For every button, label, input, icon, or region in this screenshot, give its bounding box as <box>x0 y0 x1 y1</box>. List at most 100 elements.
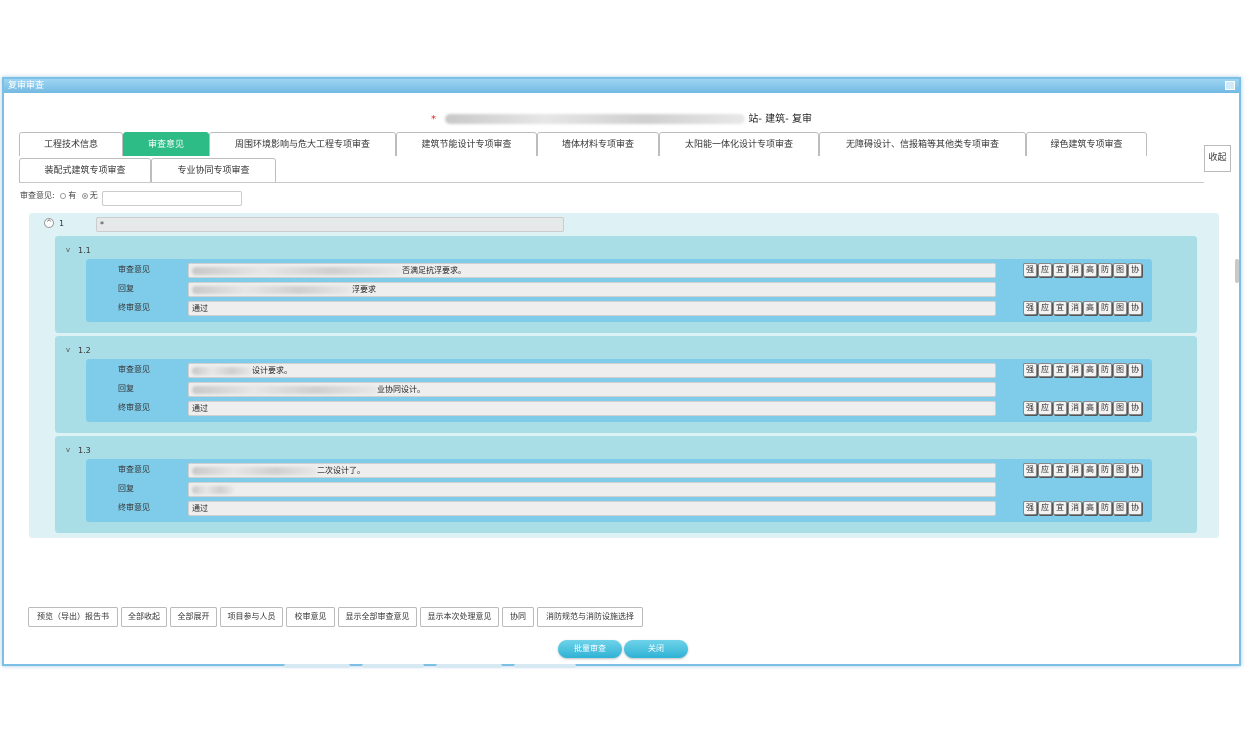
participants-button[interactable]: 项目参与人员 <box>220 607 283 627</box>
action-fang[interactable]: 防 <box>1098 463 1112 477</box>
reply-field[interactable]: 浮要求 <box>188 282 996 297</box>
action-fang[interactable]: 防 <box>1098 363 1112 377</box>
review-field[interactable]: 否满足抗浮要求。 <box>188 263 996 278</box>
action-ying[interactable]: 应 <box>1038 301 1052 315</box>
action-qiang[interactable]: 强 <box>1023 463 1037 477</box>
action-tu[interactable]: 图 <box>1113 401 1127 415</box>
action-xiao[interactable]: 消 <box>1068 263 1082 277</box>
action-gao[interactable]: 高 <box>1083 501 1097 515</box>
check-opinion-button[interactable]: 校审意见 <box>286 607 335 627</box>
expand-section-icon[interactable]: v <box>63 346 73 354</box>
final-label: 终审意见 <box>118 403 150 412</box>
action-xie[interactable]: 协 <box>1128 301 1142 315</box>
action-yi[interactable]: 宜 <box>1053 463 1067 477</box>
collapse-button[interactable]: 收起 <box>1204 145 1231 172</box>
action-qiang[interactable]: 强 <box>1023 263 1037 277</box>
section-1-1: v 1.1 审查意见 否满足抗浮要求。 强应宜消高防图协 回复 浮要求 终审意见… <box>55 236 1197 333</box>
review-field[interactable]: 二次设计了。 <box>188 463 996 478</box>
final-row: 终审意见 通过 强应宜消高防图协 <box>86 499 1152 518</box>
action-gao[interactable]: 高 <box>1083 301 1097 315</box>
required-mark: * <box>431 114 437 125</box>
expand-section-icon[interactable]: v <box>63 246 73 254</box>
action-xie[interactable]: 协 <box>1128 463 1142 477</box>
action-ying[interactable]: 应 <box>1038 363 1052 377</box>
action-qiang[interactable]: 强 <box>1023 401 1037 415</box>
scrollbar[interactable] <box>1235 259 1239 283</box>
show-current-opinions-button[interactable]: 显示本次处理意见 <box>420 607 499 627</box>
collaborate-button[interactable]: 协同 <box>502 607 534 627</box>
tab-engineering-info[interactable]: 工程技术信息 <box>19 132 123 156</box>
action-xiao[interactable]: 消 <box>1068 401 1082 415</box>
radio-no-label: 无 <box>89 191 98 200</box>
action-gao[interactable]: 高 <box>1083 401 1097 415</box>
action-fang[interactable]: 防 <box>1098 501 1112 515</box>
action-xie[interactable]: 协 <box>1128 401 1142 415</box>
action-ying[interactable]: 应 <box>1038 401 1052 415</box>
review-field[interactable]: 设计要求。 <box>188 363 996 378</box>
fire-code-button[interactable]: 消防规范与消防设施选择 <box>537 607 643 627</box>
expand-all-button[interactable]: 全部展开 <box>170 607 217 627</box>
action-gao[interactable]: 高 <box>1083 363 1097 377</box>
action-yi[interactable]: 宜 <box>1053 301 1067 315</box>
action-yi[interactable]: 宜 <box>1053 263 1067 277</box>
final-field[interactable]: 通过 <box>188 501 996 516</box>
action-xiao[interactable]: 消 <box>1068 301 1082 315</box>
action-gao[interactable]: 高 <box>1083 463 1097 477</box>
action-gao[interactable]: 高 <box>1083 263 1097 277</box>
reply-field[interactable]: 业协同设计。 <box>188 382 996 397</box>
redacted-text <box>192 485 234 494</box>
tab-accessibility[interactable]: 无障碍设计、信报箱等其他类专项审查 <box>819 132 1026 156</box>
review-row: 审查意见 否满足抗浮要求。 强应宜消高防图协 <box>86 261 1152 280</box>
action-xie[interactable]: 协 <box>1128 501 1142 515</box>
batch-review-button[interactable]: 批量审查 <box>558 640 622 658</box>
maximize-icon[interactable] <box>1225 81 1235 90</box>
review-text: 否满足抗浮要求。 <box>402 266 466 275</box>
expand-section-icon[interactable]: v <box>63 446 73 454</box>
action-fang[interactable]: 防 <box>1098 263 1112 277</box>
action-qiang[interactable]: 强 <box>1023 301 1037 315</box>
radio-no[interactable] <box>81 192 88 199</box>
action-fang[interactable]: 防 <box>1098 401 1112 415</box>
action-ying[interactable]: 应 <box>1038 501 1052 515</box>
radio-yes[interactable] <box>60 192 67 199</box>
action-xiao[interactable]: 消 <box>1068 501 1082 515</box>
action-xiao[interactable]: 消 <box>1068 463 1082 477</box>
final-field[interactable]: 通过 <box>188 401 996 416</box>
tab-prefab-building[interactable]: 装配式建筑专项审查 <box>19 158 151 182</box>
tab-collaboration[interactable]: 专业协同专项审查 <box>151 158 276 182</box>
collapse-group-icon[interactable]: ^ <box>44 218 54 228</box>
tab-energy-saving[interactable]: 建筑节能设计专项审查 <box>396 132 537 156</box>
tab-review-opinion[interactable]: 审查意见 <box>123 132 209 156</box>
tab-green-building[interactable]: 绿色建筑专项审查 <box>1026 132 1147 156</box>
action-tu[interactable]: 图 <box>1113 501 1127 515</box>
action-ying[interactable]: 应 <box>1038 263 1052 277</box>
action-qiang[interactable]: 强 <box>1023 501 1037 515</box>
action-yi[interactable]: 宜 <box>1053 401 1067 415</box>
collapse-all-button[interactable]: 全部收起 <box>121 607 167 627</box>
action-tu[interactable]: 图 <box>1113 263 1127 277</box>
final-field[interactable]: 通过 <box>188 301 996 316</box>
reply-field[interactable] <box>188 482 996 497</box>
preview-report-button[interactable]: 预览（导出）报告书 <box>28 607 118 627</box>
reply-row: 回复 业协同设计。 <box>86 380 1152 399</box>
action-xiao[interactable]: 消 <box>1068 363 1082 377</box>
action-tu[interactable]: 图 <box>1113 363 1127 377</box>
tab-solar-integration[interactable]: 太阳能一体化设计专项审查 <box>659 132 819 156</box>
group-title-input[interactable]: * <box>96 217 564 232</box>
action-tu[interactable]: 图 <box>1113 301 1127 315</box>
close-button[interactable]: 关闭 <box>624 640 688 658</box>
action-xie[interactable]: 协 <box>1128 363 1142 377</box>
show-all-opinions-button[interactable]: 显示全部审查意见 <box>338 607 417 627</box>
action-yi[interactable]: 宜 <box>1053 363 1067 377</box>
opinion-input[interactable] <box>102 191 242 206</box>
action-xie[interactable]: 协 <box>1128 263 1142 277</box>
tab-surrounding-impact[interactable]: 周围环境影响与危大工程专项审查 <box>209 132 396 156</box>
action-yi[interactable]: 宜 <box>1053 501 1067 515</box>
action-ying[interactable]: 应 <box>1038 463 1052 477</box>
action-qiang[interactable]: 强 <box>1023 363 1037 377</box>
action-tu[interactable]: 图 <box>1113 463 1127 477</box>
action-fang[interactable]: 防 <box>1098 301 1112 315</box>
review-label: 审查意见 <box>118 365 150 374</box>
tab-wall-materials[interactable]: 墙体材料专项审查 <box>537 132 659 156</box>
background-element <box>362 664 424 668</box>
